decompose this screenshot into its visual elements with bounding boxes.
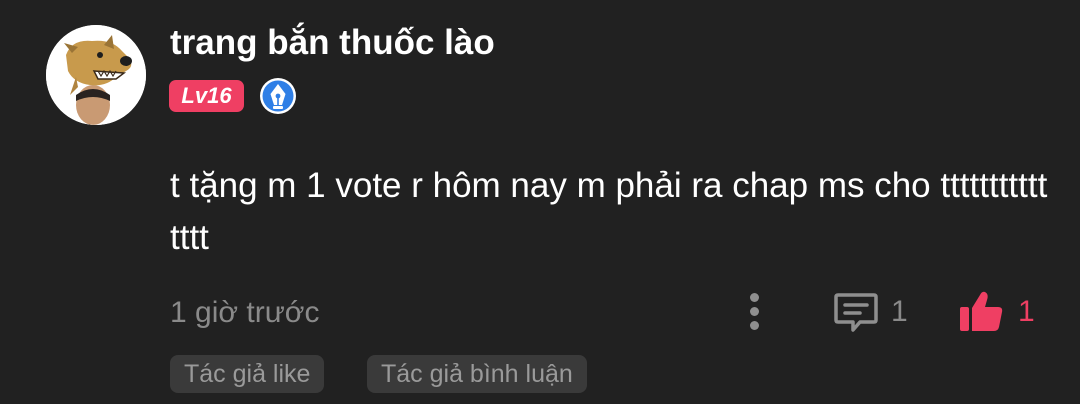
thumbs-up-icon <box>960 291 1003 331</box>
pen-nib-icon <box>259 77 297 115</box>
username[interactable]: trang bắn thuốc lào <box>170 22 495 64</box>
comment-text: t tặng m 1 vote r hôm nay m phải ra chap… <box>170 166 1048 257</box>
author-commented-tag: Tác giả bình luận <box>367 355 587 393</box>
vertical-dots-icon[interactable] <box>740 290 770 334</box>
comment-bubble-icon <box>834 293 878 332</box>
reply-count: 1 <box>891 295 908 328</box>
timestamp: 1 giờ trước <box>170 296 320 329</box>
level-badge: Lv16 <box>169 80 244 112</box>
like-button[interactable]: 1 <box>958 288 1035 336</box>
comment-item: trang bắn thuốc lào Lv16 t tặng m 1 vote… <box>0 0 1080 404</box>
reply-button[interactable]: 1 <box>833 290 908 334</box>
like-count: 1 <box>1018 295 1035 328</box>
avatar-image <box>46 25 146 125</box>
author-liked-tag: Tác giả like <box>170 355 325 393</box>
avatar[interactable] <box>46 25 146 125</box>
